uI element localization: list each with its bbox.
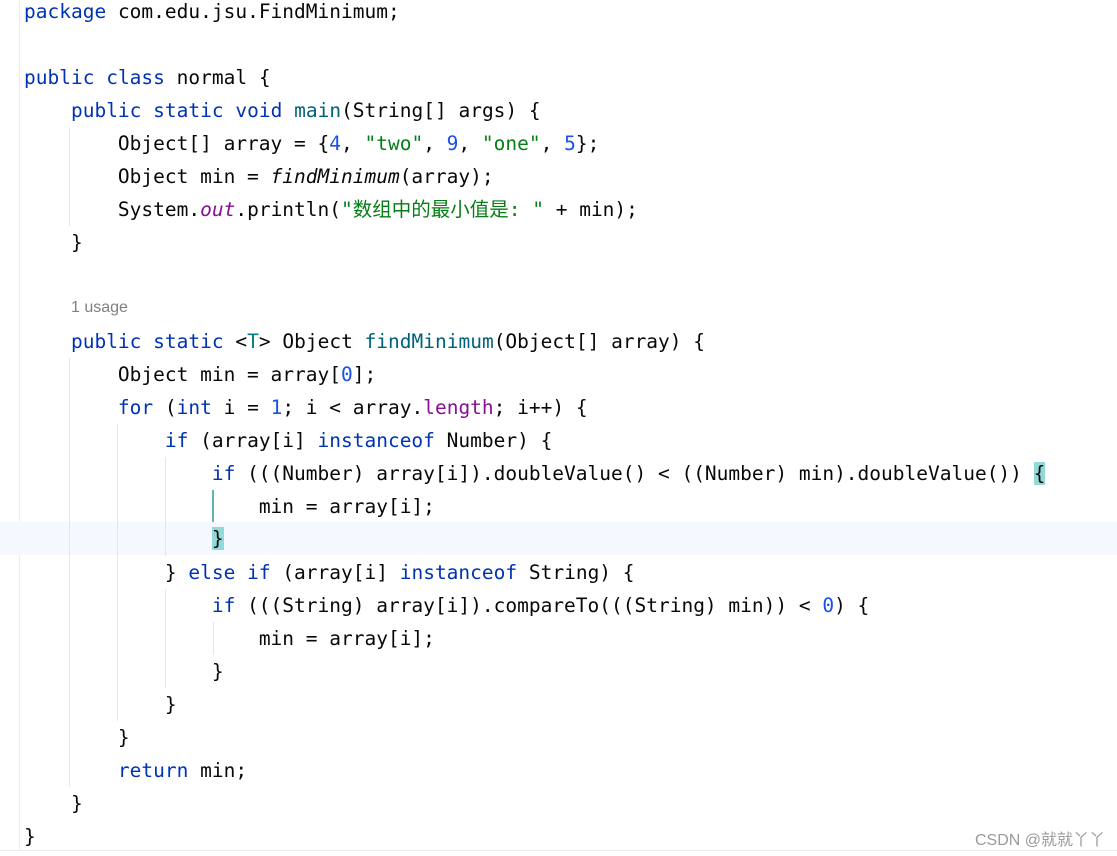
code-line-assign[interactable]: min = array[i]; bbox=[24, 622, 435, 655]
code-line-find-decl[interactable]: public static <T> Object findMinimum(Obj… bbox=[24, 325, 705, 358]
code-line-package[interactable]: package com.edu.jsu.FindMinimum; bbox=[24, 0, 400, 28]
code-line-close-brace[interactable]: } bbox=[24, 688, 177, 721]
code-line-else-if[interactable]: } else if (array[i] instanceof String) { bbox=[24, 556, 635, 589]
code-line-class[interactable]: public class normal { bbox=[24, 61, 271, 94]
code-line-compare-number[interactable]: if (((Number) array[i]).doubleValue() < … bbox=[24, 457, 1046, 490]
code-line-min-call[interactable]: Object min = findMinimum(array); bbox=[24, 160, 494, 193]
code-line-close-brace[interactable]: } bbox=[24, 655, 224, 688]
code-line-close-method[interactable]: } bbox=[24, 787, 83, 820]
code-line-compare-string[interactable]: if (((String) array[i]).compareTo(((Stri… bbox=[24, 589, 869, 622]
code-line-if-number[interactable]: if (array[i] instanceof Number) { bbox=[24, 424, 552, 457]
csdn-watermark: CSDN @就就丫丫 bbox=[974, 832, 1105, 849]
code-line-for[interactable]: for (int i = 1; i < array.length; i++) { bbox=[24, 391, 588, 424]
matched-brace-close: } bbox=[211, 527, 224, 550]
code-line-close-class[interactable]: } bbox=[24, 820, 36, 853]
gutter-separator bbox=[19, 0, 20, 850]
code-editor[interactable]: package com.edu.jsu.FindMinimum; public … bbox=[0, 0, 1117, 856]
code-line-min-init[interactable]: Object min = array[0]; bbox=[24, 358, 376, 391]
code-line-array-init[interactable]: Object[] array = {4, "two", 9, "one", 5}… bbox=[24, 127, 599, 160]
code-line-close-for[interactable]: } bbox=[24, 721, 130, 754]
code-line-print[interactable]: System.out.println("数组中的最小值是: " + min); bbox=[24, 193, 638, 226]
code-line-close-if[interactable]: } bbox=[24, 522, 224, 555]
matched-brace-open: { bbox=[1033, 462, 1046, 485]
editor-bottom-border bbox=[0, 850, 1117, 851]
code-line-close-main[interactable]: } bbox=[24, 226, 83, 259]
code-line-return[interactable]: return min; bbox=[24, 754, 247, 787]
code-line-assign[interactable]: min = array[i]; bbox=[24, 490, 435, 523]
code-line-main-decl[interactable]: public static void main(String[] args) { bbox=[24, 94, 541, 127]
usage-hint[interactable]: 1 usage bbox=[71, 299, 128, 317]
